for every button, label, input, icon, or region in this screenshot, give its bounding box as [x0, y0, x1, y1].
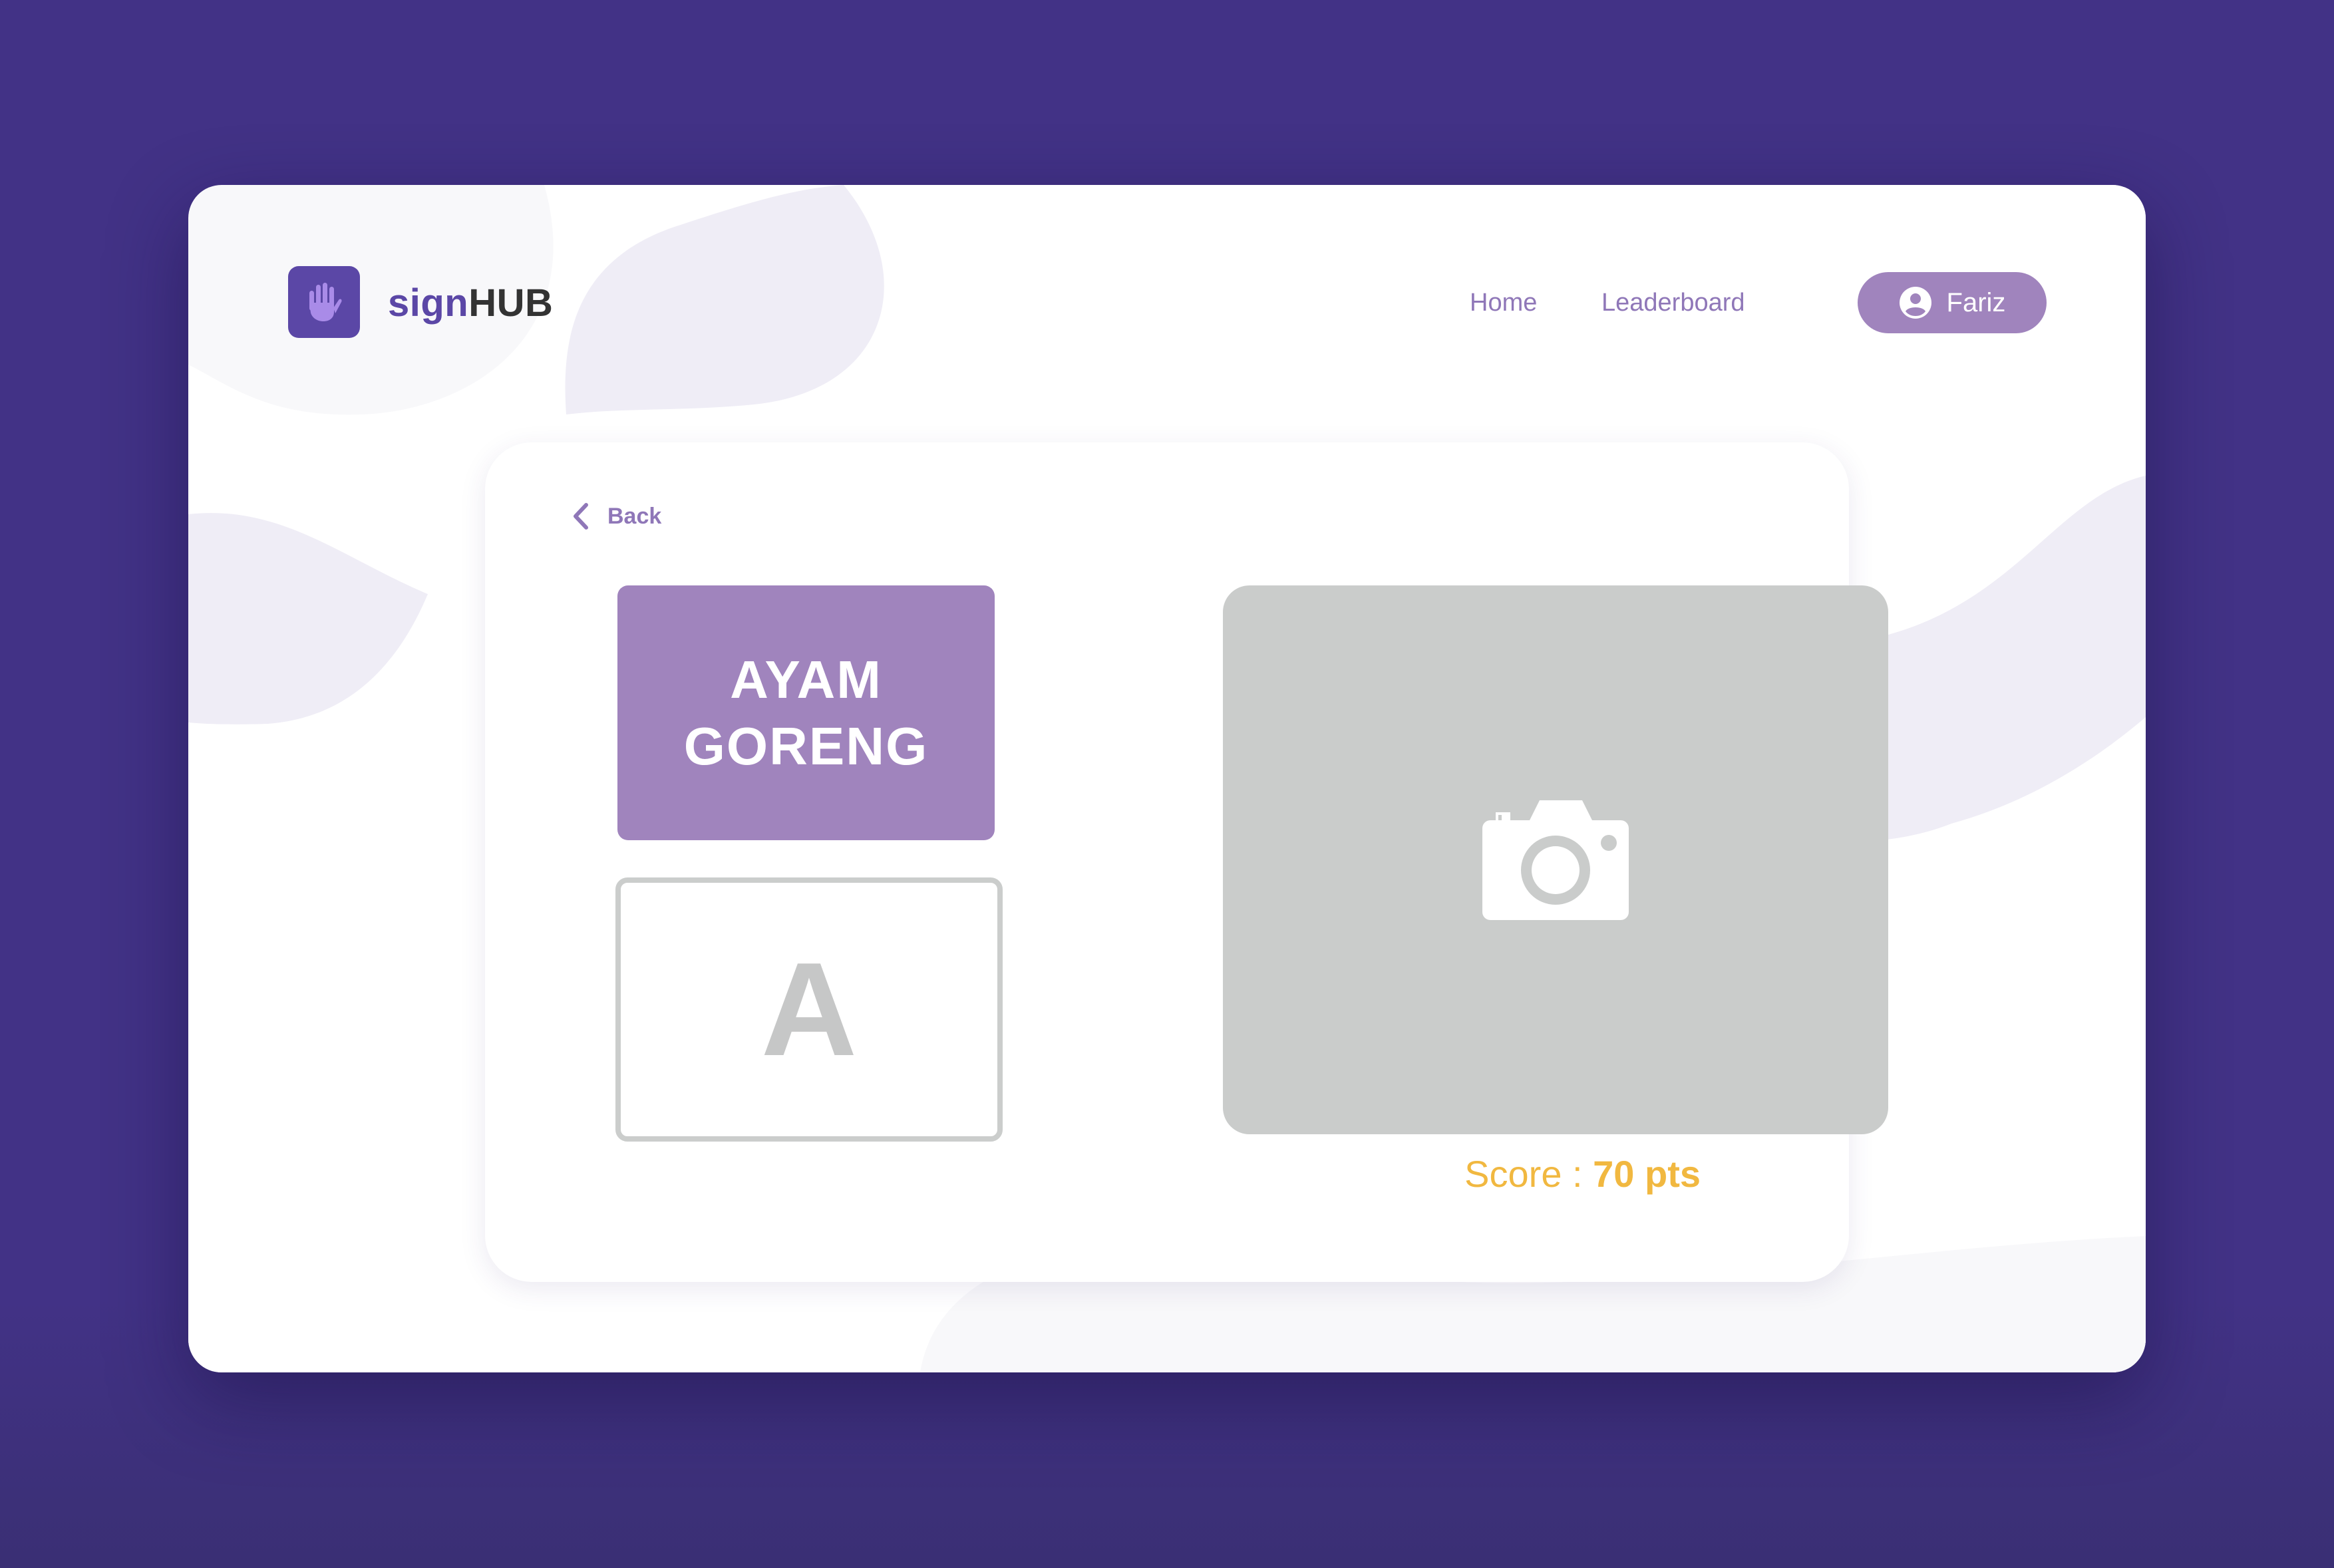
app-window: signHUB Home Leaderboard Fariz Back AYAM…: [188, 185, 2146, 1372]
score-label: Score :: [1464, 1153, 1593, 1195]
nav-home-link[interactable]: Home: [1470, 286, 1537, 319]
signhub-logo[interactable]: [288, 266, 360, 338]
current-letter-card: A: [615, 877, 1003, 1142]
target-word-card: AYAM GORENG: [617, 585, 995, 840]
user-name: Fariz: [1946, 287, 2006, 317]
current-letter: A: [760, 935, 858, 1084]
score-display: Score : 70 pts: [1464, 1148, 1701, 1201]
practice-card: Back AYAM GORENG A Score : 70 pts: [485, 442, 1888, 1282]
brand-name: signHUB: [388, 277, 553, 330]
back-label: Back: [607, 503, 662, 529]
target-word-line-1: AYAM: [730, 649, 882, 709]
camera-icon: [1482, 800, 1629, 920]
user-circle-icon: [1899, 287, 1931, 319]
score-value: 70 pts: [1593, 1153, 1701, 1195]
chevron-left-icon: [574, 503, 588, 530]
brand-name-hub: HUB: [468, 281, 554, 325]
back-button[interactable]: Back: [572, 502, 661, 530]
target-word-line-2: GORENG: [683, 716, 929, 776]
user-menu-button[interactable]: Fariz: [1858, 272, 2047, 333]
camera-feed-panel[interactable]: [1223, 585, 1888, 1134]
nav-leaderboard-link[interactable]: Leaderboard: [1601, 286, 1745, 319]
brand-name-sign: sign: [388, 281, 469, 325]
hand-icon: [309, 283, 342, 321]
